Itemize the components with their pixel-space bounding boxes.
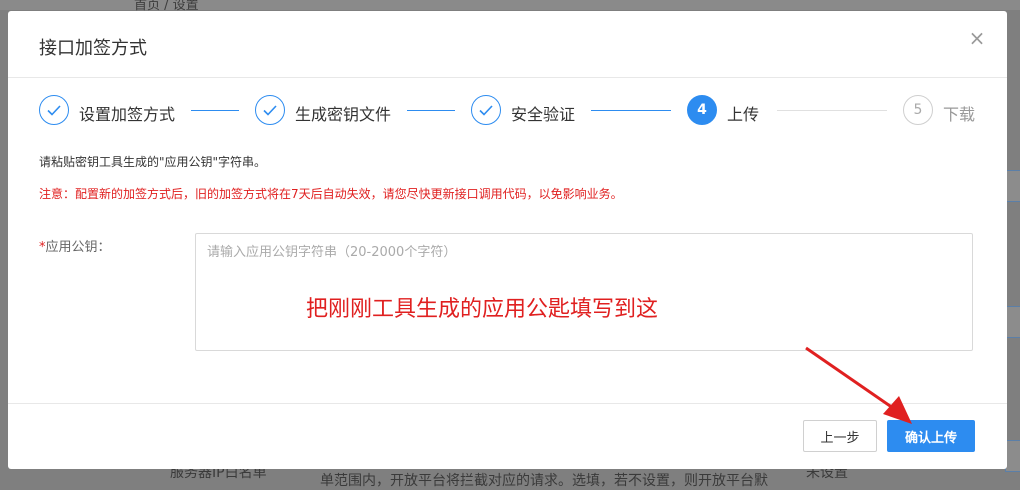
background-input-edge xyxy=(1005,440,1020,472)
sign-method-dialog: 接口加签方式 × 设置加签方式 生成密钥文件 安全验证 4 上传 5 下载 请粘… xyxy=(8,11,1007,469)
public-key-label: *应用公钥： xyxy=(39,236,111,255)
warning-notice: 注意：配置新的加签方式后，旧的加签方式将在7天后自动失效，请您尽快更新接口调用代… xyxy=(39,187,623,201)
check-icon xyxy=(471,95,501,125)
dialog-header: 接口加签方式 × xyxy=(8,11,1007,78)
step-label: 设置加签方式 xyxy=(79,105,176,124)
background-description: 单范围内，开放平台将拦截对应的请求。选填，若不设置，则开放平台默 xyxy=(320,473,768,489)
step-number: 4 xyxy=(687,95,717,125)
annotation-text: 把刚刚工具生成的应用公匙填写到这 xyxy=(306,297,659,322)
check-icon xyxy=(39,95,69,125)
dialog-footer: 上一步 确认上传 xyxy=(8,403,1007,470)
step-connector xyxy=(191,110,239,111)
background-input-edge xyxy=(1005,170,1020,202)
step-label: 下载 xyxy=(943,105,976,124)
background-input-edge xyxy=(1005,306,1020,338)
step-connector xyxy=(591,110,671,111)
step-label: 安全验证 xyxy=(511,105,576,124)
check-icon xyxy=(255,95,285,125)
confirm-upload-button[interactable]: 确认上传 xyxy=(887,420,975,452)
paste-instruction: 请粘贴密钥工具生成的"应用公钥"字符串。 xyxy=(39,155,267,169)
step-connector xyxy=(777,110,887,111)
dialog-title: 接口加签方式 xyxy=(39,38,147,59)
previous-step-button[interactable]: 上一步 xyxy=(803,420,877,452)
step-progress: 设置加签方式 生成密钥文件 安全验证 4 上传 5 下载 xyxy=(39,95,989,129)
step-number: 5 xyxy=(903,95,933,125)
close-icon[interactable]: × xyxy=(965,26,989,50)
step-label: 生成密钥文件 xyxy=(295,105,392,124)
step-connector xyxy=(407,110,455,111)
step-label: 上传 xyxy=(727,105,760,124)
field-label-text: 应用公钥： xyxy=(45,240,111,255)
